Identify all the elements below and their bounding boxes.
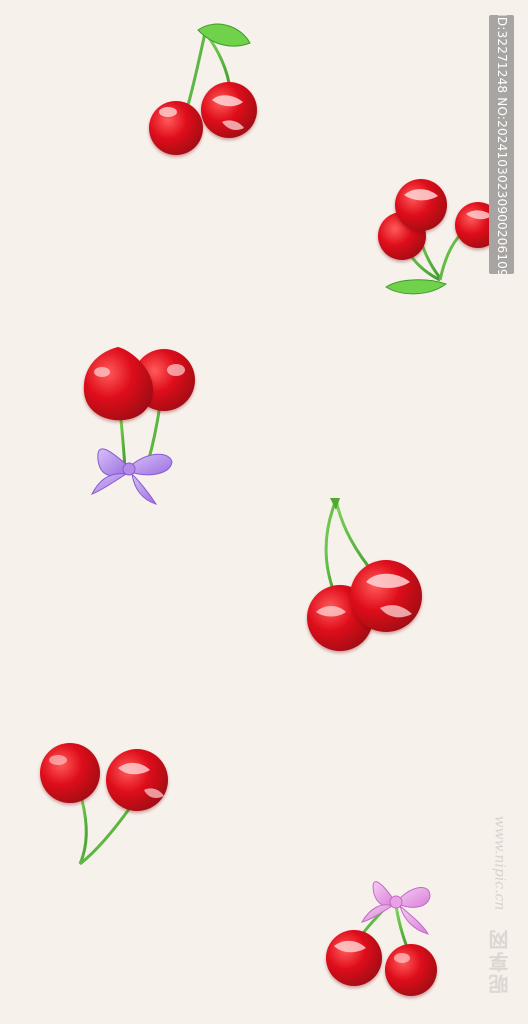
- leaf-icon: [385, 279, 448, 295]
- leaf-icon: [197, 23, 251, 47]
- cherry-pair-with-pink-bow: [326, 881, 437, 996]
- watermark: www.nipic.cn 昵享网: [484, 810, 514, 1010]
- image-id-tag: ID:32271248 NO:20241030230900206109: [489, 15, 514, 274]
- cherry-pair-with-leaf: [149, 23, 257, 155]
- cherry-pair-with-purple-bow: [83, 347, 195, 505]
- image-id-text: ID:32271248 NO:20241030230900206109: [494, 15, 509, 274]
- bow-icon: [91, 448, 173, 505]
- cherry-illustration: [40, 23, 501, 996]
- watermark-brand: 昵享网: [488, 928, 512, 994]
- watermark-url: www.nipic.cn: [491, 815, 508, 911]
- cherry-pair: [40, 743, 168, 866]
- cherry-pair: [307, 498, 422, 651]
- cherry-pair-with-leaf: [378, 179, 501, 295]
- cherry-pattern-canvas: ID:32271248 NO:20241030230900206109 www.…: [0, 0, 528, 1024]
- bow-icon: [360, 881, 431, 935]
